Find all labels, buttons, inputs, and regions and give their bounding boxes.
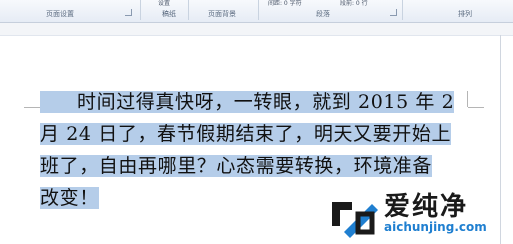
crop-mark-right-h [468, 107, 484, 108]
text-line-content: 改变！ [40, 187, 99, 209]
text-line[interactable]: 月 24 日了，春节假期结束了，明天又要开始上 [40, 118, 468, 150]
ribbon-toolbar: 设置 间距: 0 字符 段前: 0 行 页面设置 稿纸 页面背景 段落 排列 [0, 0, 513, 23]
ribbon-group-page-setup: 页面设置 [46, 10, 74, 18]
ribbon-control-spacing[interactable]: 间距: 0 字符 [268, 0, 302, 8]
ribbon-group-page-background: 页面背景 [208, 10, 236, 18]
text-line-content: 时间过得真快呀，一转眼，就到 2015 年 2 [40, 91, 455, 113]
ribbon-control-setting[interactable]: 设置 [158, 0, 170, 8]
text-line[interactable]: 班了，自由再哪里？心态需要转换，环境准备 [40, 150, 468, 182]
ribbon-separator [188, 0, 189, 20]
ribbon-group-arrange: 排列 [458, 10, 472, 18]
page-gap [0, 23, 513, 36]
ribbon-separator [140, 0, 141, 20]
crop-mark-left-h [24, 107, 40, 108]
ribbon-separator [402, 0, 403, 20]
watermark-url: aichunjing.com [384, 220, 487, 234]
ribbon-control-before[interactable]: 段前: 0 行 [340, 0, 368, 8]
text-line[interactable]: 时间过得真快呀，一转眼，就到 2015 年 2 [40, 86, 468, 118]
watermark-logo-icon [322, 188, 382, 240]
watermark: 爱纯净 aichunjing.com [322, 186, 510, 242]
watermark-name: 爱纯净 [384, 192, 469, 222]
text-line-content: 班了，自由再哪里？心态需要转换，环境准备 [40, 155, 433, 177]
page-setup-launcher-icon[interactable] [125, 9, 132, 16]
text-line-content: 月 24 日了，春节假期结束了，明天又要开始上 [40, 123, 452, 145]
ribbon-group-manuscript: 稿纸 [162, 10, 176, 18]
ribbon-separator [258, 0, 259, 20]
paragraph-launcher-icon[interactable] [390, 9, 397, 16]
ribbon-group-paragraph: 段落 [316, 10, 330, 18]
